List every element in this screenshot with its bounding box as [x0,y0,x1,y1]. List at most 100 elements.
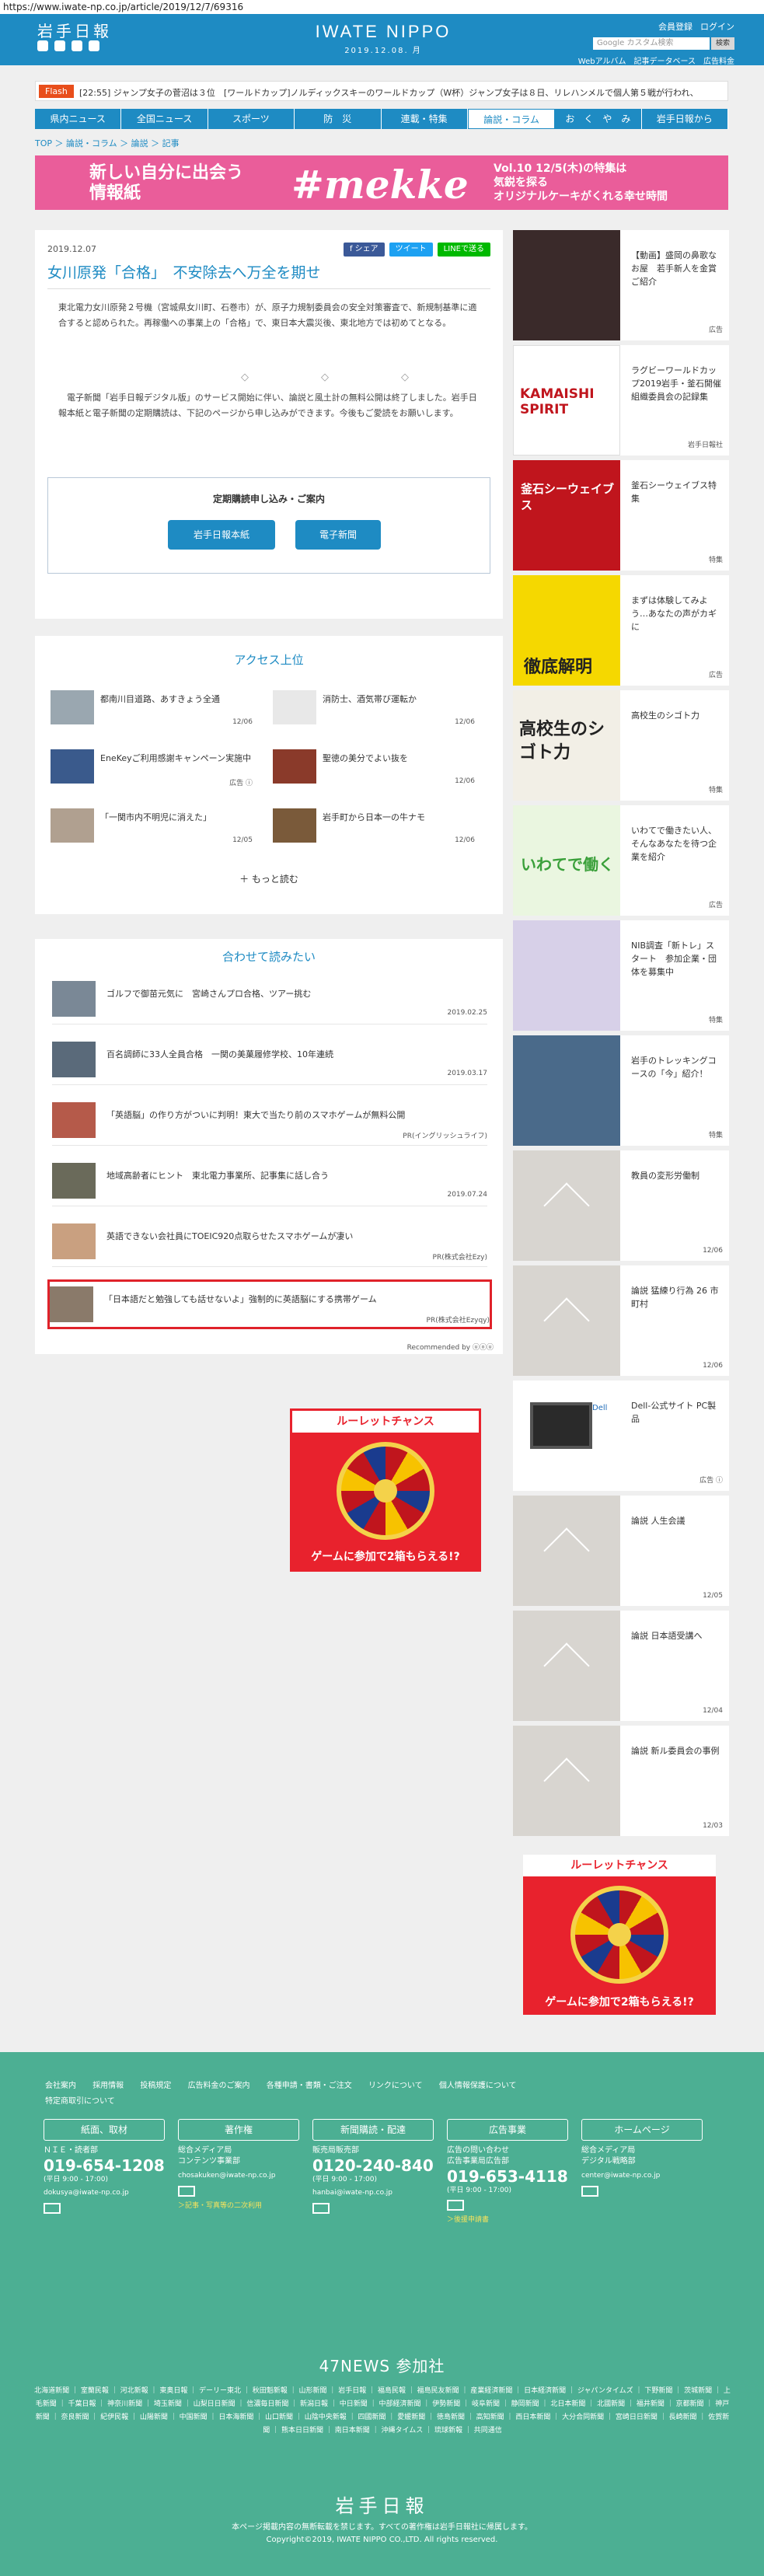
register-link[interactable]: 会員登録 [658,20,692,33]
related-item-highlighted[interactable]: 「日本語だと勉強しても話せないよ」強制的に英語脳にする携帯ゲーム PR(株式会社… [47,1279,492,1329]
ad-rates-link[interactable]: 広告料金 [703,54,734,66]
breaking-news-bar[interactable]: Flash [22:55] ジャンプ女子の菅沼は３位 [ワールドカップ]ノルディ… [35,81,728,101]
tweet-button[interactable]: ツイート [389,243,433,257]
search-button[interactable]: 検索 [711,37,734,50]
mail-icon[interactable] [581,2186,598,2197]
nav-item-disaster[interactable]: 防 災 [295,109,382,129]
facebook-share-button[interactable]: f シェア [343,243,385,257]
related-item[interactable]: 地域高齢者にヒント 東北電力事業所、記事集に話し合う 2019.07.24 [52,1158,487,1206]
search-input[interactable]: Google カスタム検索 [593,37,710,50]
sidebar-thumbnail [513,1035,620,1146]
footer-link[interactable]: 特定商取引について [45,2097,115,2106]
access-ranking: アクセス上位 都南川目道路、あすきょう全通 12/06 消防士、酒気帯び運転か … [35,636,503,914]
footer-logo[interactable]: 岩手日報 [0,2490,764,2518]
contact-phone[interactable]: 0120-240-840 [312,2156,437,2175]
footer-link[interactable]: リンクについて [368,2082,423,2090]
sidebar-item[interactable]: 論説 猛練り行為 26 市町村 12/06 [513,1265,729,1376]
site-header: 岩手日報 IWATE NIPPO 2019.12.08. 月 会員登録 ログイン… [0,14,764,66]
sidebar-item[interactable]: 釜石シーウェイブス 釜石シーウェイブス特集 特集 [513,460,729,571]
nav-item-editorial[interactable]: 論説・コラム [467,109,556,129]
ranking-item[interactable]: 聖徳の美分でよい抜を 12/06 [273,749,475,788]
ranking-item[interactable]: 「一関市内不明児に消えた」 12/05 [51,808,253,847]
footer-link[interactable]: 個人情報保護について [439,2082,517,2090]
contact-phone[interactable]: 019-654-1208 [44,2156,168,2175]
center-logo[interactable]: IWATE NIPPO 2019.12.08. 月 [302,22,465,55]
sponsorship-link[interactable]: ＞後援申請書 [447,2214,571,2224]
sidebar-item[interactable]: 論説 新ル委員会の事例 12/03 [513,1726,729,1836]
footer-link[interactable]: 会社案内 [45,2082,76,2090]
contact-email[interactable]: center@iwate-np.co.jp [581,2170,706,2181]
mail-icon[interactable] [178,2186,195,2197]
contact-phone[interactable]: 019-653-4118 [447,2167,571,2186]
read-more-button[interactable]: ＋ もっと読む [35,872,503,885]
ranking-date: 12/05 [232,836,253,844]
sidebar-item[interactable]: 岩手のトレッキングコースの「今」紹介！ 特集 [513,1035,729,1146]
sidebar-item[interactable]: 論説 日本語受講へ 12/04 [513,1611,729,1721]
roulette-ad-sidebar[interactable]: ルーレットチャンス ゲームに参加で2箱もらえる!? [523,1855,716,2015]
nav-item-sports[interactable]: スポーツ [208,109,295,129]
sidebar-item-date: 広告 [708,902,723,909]
sidebar-item[interactable]: 徹底解明 まずは体験してみよう…あなたの声がカギに 広告 [513,575,729,686]
site-logo[interactable]: 岩手日報 [37,19,112,41]
related-item[interactable]: 「英語脳」の作り方がついに判明！東大で当たり前のスマホゲームが無料公開 PR(イ… [52,1098,487,1146]
contact-email[interactable]: hanbai@iwate-np.co.jp [312,2187,437,2198]
subscribe-paper-button[interactable]: 岩手日報本紙 [168,520,275,550]
sidebar-item[interactable]: KAMAISHI SPIRIT ラグビーワールドカップ2019岩手・釜石開催組織… [513,345,729,456]
web-album-link[interactable]: Webアルバム [578,54,626,66]
twitter-icon[interactable] [37,40,48,51]
article-db-link[interactable]: 記事データベース [634,54,696,66]
sidebar-item[interactable]: 教員の変形労働制 12/06 [513,1150,729,1261]
ranking-item[interactable]: EneKeyご利用感謝キャンペーン実施中 広告 ⓘ [51,749,253,788]
mail-icon[interactable] [447,2200,464,2211]
breadcrumb[interactable]: TOP ＞ 論説・コラム ＞ 論説 ＞ 記事 [35,137,180,149]
nav-item-national[interactable]: 全国ニュース [121,109,208,129]
nav-item-obituaries[interactable]: お く や み [555,109,642,129]
footer-link[interactable]: 広告料金のご案内 [188,2082,250,2090]
47news-partner-list[interactable]: 北海道新聞 ｜ 室蘭民報 ｜ 河北新報 ｜ 東奥日報 ｜ デーリー東北 ｜ 秋田… [33,2385,732,2438]
placeholder-logo-icon [513,1496,620,1606]
related-item[interactable]: 百名調師に33人全員合格 一関の美菓履修学校、10年連続 2019.03.17 [52,1037,487,1085]
sidebar-item[interactable]: 【動画】盛岡の鼻歌なお屋 若手新人を金賞ご紹介 広告 [513,230,729,340]
ranking-thumbnail [273,749,316,784]
nav-item-features[interactable]: 連載・特集 [382,109,468,129]
contact-email[interactable]: chosakuken@iwate-np.co.jp [178,2170,302,2181]
sidebar-thumbnail: Dell [513,1380,620,1491]
sidebar-item[interactable]: いわてで働く いわてで働きたい人、そんなあなたを待つ企業を紹介 広告 [513,805,729,916]
related-item[interactable]: 英語できない会社員にTOEIC920点取らせたスマホゲームが凄い PR(株式会社… [52,1219,487,1267]
sidebar-item[interactable]: NIB調査「新トレ」スタート 参加企業・団体を募集中 特集 [513,920,729,1031]
footer-link[interactable]: 投稿規定 [140,2082,171,2090]
breaking-news-text[interactable]: [22:55] ジャンプ女子の菅沼は３位 [ワールドカップ]ノルディックスキーの… [79,86,717,99]
contact-email[interactable]: dokusya@iwate-np.co.jp [44,2187,168,2198]
mail-icon[interactable] [44,2203,61,2214]
sidebar-item-title: Dell-公式サイト PC製品 [631,1401,717,1424]
sidebar-item-title: 論説 人生会議 [631,1516,686,1526]
secondary-use-link[interactable]: ＞記事・写真等の二次利用 [178,2200,302,2210]
instagram-icon[interactable] [89,40,99,51]
line-share-button[interactable]: LINEで送る [437,243,490,257]
subscribe-digital-button[interactable]: 電子新聞 [295,520,381,550]
line-icon[interactable] [72,40,82,51]
login-link[interactable]: ログイン [700,20,734,33]
sidebar-item[interactable]: 高校生のシゴト力 高校生のシゴト力 特集 [513,690,729,801]
ranking-item[interactable]: 都南川目道路、あすきょう全通 12/06 [51,690,253,729]
sidebar-item-date: 12/06 [703,1247,723,1255]
related-item-date: PR(株式会社Ezyqy) [426,1317,490,1325]
nav-item-prefecture[interactable]: 県内ニュース [35,109,122,129]
article-card: 2019.12.07 f シェア ツイート LINEで送る 女川原発「合格」 不… [35,230,503,619]
ranking-item[interactable]: 消防士、酒気帯び運転か 12/06 [273,690,475,729]
sidebar-item-date: 12/03 [703,1822,723,1830]
sidebar-item[interactable]: 論説 人生会議 12/05 [513,1496,729,1606]
ranking-date: 12/06 [455,777,475,785]
mail-icon[interactable] [312,2203,330,2214]
facebook-icon[interactable] [54,40,65,51]
related-item[interactable]: ゴルフで御苗元気に 宮崎さんプロ合格、ツアー挑む 2019.02.25 [52,976,487,1024]
sidebar-item[interactable]: Dell Dell-公式サイト PC製品 広告 ⓘ [513,1380,729,1491]
roulette-ad[interactable]: ルーレットチャンス ゲームに参加で2箱もらえる!? [290,1408,481,1572]
footer-link[interactable]: 各種申請・書類・ご注文 [267,2082,352,2090]
mekke-banner[interactable]: 新しい自分に出会う 情報紙 #mekke Vol.10 12/5(木)の特集は … [35,155,728,210]
ad-cta: ゲームに参加で2箱もらえる!? [523,1990,716,2015]
ranking-item[interactable]: 岩手町から日本一の牛ナモ 12/06 [273,808,475,847]
nav-item-from-nippo[interactable]: 岩手日報から [642,109,728,129]
footer-link[interactable]: 採用情報 [92,2082,124,2090]
roulette-wheel-icon [337,1442,434,1540]
